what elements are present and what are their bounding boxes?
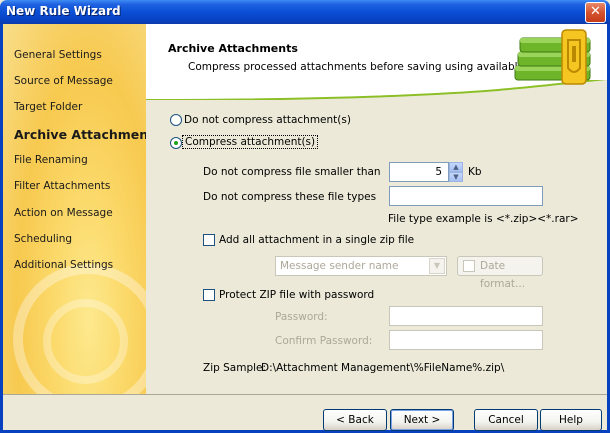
no-compress-radio[interactable] — [170, 114, 182, 126]
confirm-password-label: Confirm Password: — [275, 335, 373, 347]
wizard-steps-sidebar: General Settings Source of Message Targe… — [3, 24, 146, 394]
min-size-label: Do not compress file smaller than — [203, 166, 381, 178]
step-title: Archive Attachments — [168, 42, 298, 55]
file-types-field[interactable] — [389, 186, 543, 206]
file-type-hint: File type example is <*.zip><*.rar> — [388, 213, 579, 225]
password-field[interactable] — [389, 306, 543, 326]
archive-books-icon — [514, 29, 591, 85]
sidebar-item-file-renaming[interactable]: File Renaming — [14, 154, 88, 166]
sidebar-item-general-settings[interactable]: General Settings — [14, 49, 102, 61]
password-label: Password: — [275, 311, 328, 323]
zip-sample-value: D:\Attachment Management\%FileName%.zip\ — [261, 362, 505, 374]
min-size-field[interactable]: 5 — [389, 162, 449, 182]
confirm-password-field[interactable] — [389, 330, 543, 350]
step-content: Do not compress attachment(s) Compress a… — [146, 100, 607, 394]
zip-sample-label: Zip Sample: — [203, 362, 267, 374]
single-zip-checkbox[interactable] — [203, 234, 215, 246]
sidebar-item-source-of-message[interactable]: Source of Message — [14, 75, 113, 87]
help-button[interactable]: Help — [540, 409, 602, 431]
compress-radio[interactable] — [170, 137, 182, 149]
min-size-value: 5 — [435, 166, 442, 178]
spin-up-icon[interactable]: ▲ — [449, 162, 463, 172]
chevron-down-icon[interactable]: ▼ — [429, 258, 445, 274]
compress-label-wrap[interactable]: Compress attachment(s) — [182, 135, 319, 149]
sidebar-item-filter-attachments[interactable]: Filter Attachments — [14, 180, 110, 192]
next-button[interactable]: Next > — [390, 409, 454, 431]
min-size-unit: Kb — [468, 166, 482, 178]
date-format-button[interactable]: Date format... — [457, 256, 543, 290]
min-size-spinner[interactable]: ▲ ▼ — [449, 162, 463, 182]
sidebar-item-action-on-message[interactable]: Action on Message — [14, 207, 113, 219]
protect-zip-checkbox[interactable] — [203, 289, 215, 301]
file-types-label: Do not compress these file types — [203, 191, 377, 203]
calendar-icon — [463, 260, 475, 272]
sidebar-decoration-inner — [43, 299, 128, 384]
zip-name-select[interactable]: Message sender name ▼ — [275, 256, 447, 276]
date-format-label: Date format... — [480, 260, 526, 290]
sidebar-item-additional-settings[interactable]: Additional Settings — [14, 259, 113, 271]
sidebar-item-archive-attachments[interactable]: Archive Attachments — [14, 127, 146, 142]
single-zip-label[interactable]: Add all attachment in a single zip file — [219, 234, 414, 246]
no-compress-label[interactable]: Do not compress attachment(s) — [184, 114, 351, 126]
sidebar-item-scheduling[interactable]: Scheduling — [14, 233, 72, 245]
window-title: New Rule Wizard — [6, 4, 121, 18]
spin-down-icon[interactable]: ▼ — [449, 172, 463, 182]
back-button[interactable]: < Back — [323, 409, 387, 431]
protect-zip-label[interactable]: Protect ZIP file with password — [219, 289, 374, 301]
cancel-button[interactable]: Cancel — [474, 409, 538, 431]
close-button[interactable]: ✕ — [585, 2, 606, 23]
wizard-button-bar: < Back Next > Cancel Help — [3, 394, 607, 431]
title-bar[interactable]: New Rule Wizard ✕ — [0, 0, 610, 24]
compress-label[interactable]: Compress attachment(s) — [182, 135, 319, 149]
zip-name-placeholder: Message sender name — [280, 260, 399, 272]
sidebar-item-target-folder[interactable]: Target Folder — [14, 101, 82, 113]
